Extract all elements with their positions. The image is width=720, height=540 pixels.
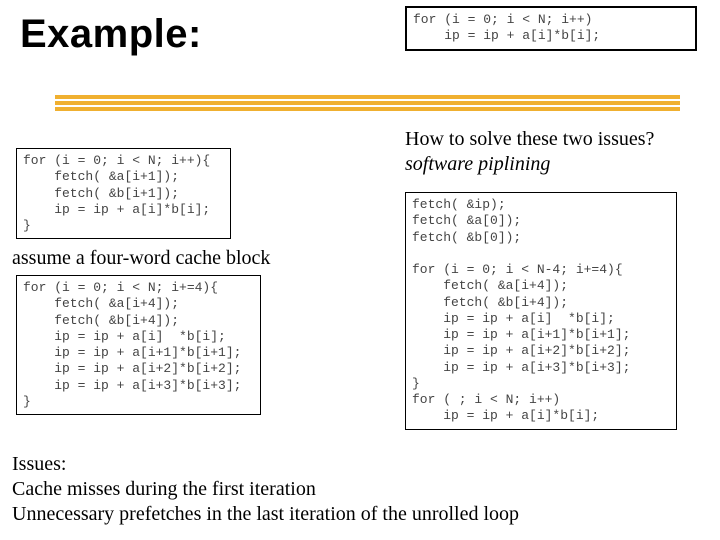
issues-item-1: Cache misses during the first iteration	[12, 477, 519, 502]
answer-line: software piplining	[405, 152, 654, 177]
issues-item-2: Unnecessary prefetches in the last itera…	[12, 502, 519, 527]
question-line: How to solve these two issues?	[405, 127, 654, 152]
issues-block: Issues: Cache misses during the first it…	[12, 452, 519, 527]
code-original-loop: for (i = 0; i < N; i++) ip = ip + a[i]*b…	[405, 6, 697, 51]
code-unrolled: for (i = 0; i < N; i+=4){ fetch( &a[i+4]…	[16, 275, 261, 415]
issues-heading: Issues:	[12, 452, 519, 477]
title-underline	[55, 95, 680, 113]
code-software-pipelined: fetch( &ip); fetch( &a[0]); fetch( &b[0]…	[405, 192, 677, 430]
question-block: How to solve these two issues? software …	[405, 127, 654, 177]
slide-title: Example:	[20, 12, 202, 57]
assume-label: assume a four-word cache block	[12, 246, 270, 271]
code-fetch-every-iter: for (i = 0; i < N; i++){ fetch( &a[i+1])…	[16, 148, 231, 239]
